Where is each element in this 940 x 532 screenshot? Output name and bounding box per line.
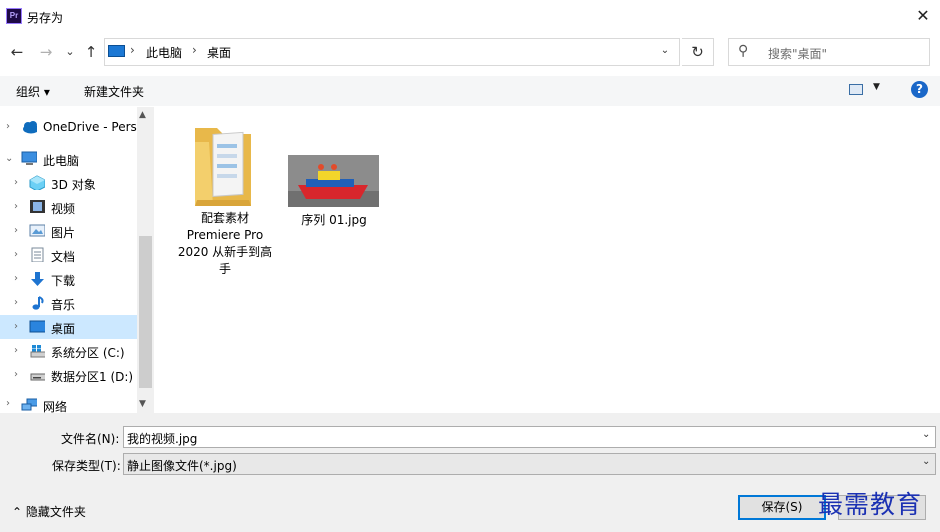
- expand-arrow[interactable]: ›: [14, 345, 18, 356]
- title-bar: [0, 0, 940, 33]
- drive-icon: [30, 373, 45, 381]
- film-icon: [30, 200, 45, 213]
- new-folder-button[interactable]: 新建文件夹: [84, 83, 144, 100]
- window-title: 另存为: [27, 11, 64, 25]
- expand-arrow[interactable]: ›: [14, 273, 18, 284]
- tree-item-label: 数据分区1 (D:): [51, 370, 134, 384]
- close-button[interactable]: ✕: [906, 0, 940, 33]
- back-button[interactable]: ←: [8, 43, 26, 61]
- scrollbar-thumb[interactable]: [139, 236, 152, 388]
- tree-item-label: 桌面: [51, 322, 76, 336]
- breadcrumb-this-pc[interactable]: 此电脑: [146, 44, 182, 61]
- expand-arrow[interactable]: ›: [6, 121, 10, 132]
- music-icon: [32, 296, 44, 310]
- tree-item-label: 系统分区 (C:): [51, 346, 125, 360]
- breadcrumb-separator: ›: [192, 43, 197, 57]
- hide-folders-button[interactable]: ⌃ 隐藏文件夹: [12, 503, 86, 520]
- file-label: 序列 01.jpg: [301, 213, 367, 227]
- search-icon: ⚲: [738, 43, 749, 59]
- filetype-dropdown-arrow[interactable]: ⌄: [922, 456, 930, 467]
- tree-item-downloads[interactable]: › 下载: [0, 267, 137, 291]
- tree-item-label: OneDrive - Perso: [43, 120, 137, 134]
- help-icon[interactable]: ?: [911, 81, 928, 98]
- refresh-button[interactable]: ↻: [682, 38, 714, 66]
- tree-item-this-pc[interactable]: ⌄ 此电脑: [0, 147, 137, 171]
- save-button[interactable]: 保存(S): [738, 495, 826, 520]
- scroll-up-arrow[interactable]: ▲: [139, 110, 146, 120]
- tree-item-label: 图片: [51, 226, 76, 240]
- filetype-select[interactable]: [123, 453, 936, 475]
- scroll-down-arrow[interactable]: ▼: [139, 399, 146, 409]
- filename-value: 我的视频.jpg: [127, 432, 198, 446]
- tree-item-label: 网络: [43, 400, 68, 413]
- folder-icon: [195, 128, 251, 206]
- computer-icon: [108, 45, 125, 57]
- expand-arrow[interactable]: ›: [14, 369, 18, 380]
- tree-item-label: 文档: [51, 250, 76, 264]
- filename-dropdown-arrow[interactable]: ⌄: [922, 429, 930, 440]
- view-options-icon[interactable]: [849, 84, 863, 95]
- view-dropdown-button[interactable]: ▼: [873, 82, 880, 92]
- filetype-label: 保存类型(T):: [52, 459, 121, 473]
- tree-item-drive-d[interactable]: › 数据分区1 (D:): [0, 363, 137, 387]
- tree-item-desktop[interactable]: › 桌面: [0, 315, 137, 339]
- expand-arrow[interactable]: ›: [14, 321, 18, 332]
- expand-arrow[interactable]: ›: [14, 201, 18, 212]
- address-bar[interactable]: [104, 38, 680, 66]
- tree-item-label: 视频: [51, 202, 76, 216]
- expand-arrow[interactable]: ›: [14, 225, 18, 236]
- tree-item-drive-c[interactable]: › 系统分区 (C:): [0, 339, 137, 363]
- recent-locations-button[interactable]: ⌄: [61, 43, 79, 61]
- breadcrumb-desktop[interactable]: 桌面: [207, 44, 231, 61]
- tree-item-label: 音乐: [51, 298, 76, 312]
- network-icon: [21, 398, 37, 411]
- file-label: 配套素材 Premiere Pro 2020 从新手到高 手: [177, 211, 273, 276]
- file-item-folder[interactable]: 配套素材 Premiere Pro 2020 从新手到高 手: [176, 118, 274, 278]
- tree-item-documents[interactable]: › 文档: [0, 243, 137, 267]
- expand-arrow[interactable]: ›: [14, 297, 18, 308]
- cloud-icon: [23, 121, 37, 134]
- tree-item-3d-objects[interactable]: › 3D 对象: [0, 171, 137, 195]
- filename-label: 文件名(N):: [61, 432, 120, 446]
- picture-icon: [29, 224, 45, 237]
- tree-item-videos[interactable]: › 视频: [0, 195, 137, 219]
- expand-arrow[interactable]: ›: [6, 398, 10, 409]
- download-icon: [31, 272, 44, 286]
- tree-item-label: 3D 对象: [51, 178, 96, 192]
- search-placeholder: 搜索"桌面": [768, 47, 828, 61]
- document-icon: [31, 247, 44, 262]
- up-button[interactable]: ↑: [82, 43, 100, 61]
- expand-arrow[interactable]: ›: [14, 249, 18, 260]
- tree-item-music[interactable]: › 音乐: [0, 291, 137, 315]
- watermark-logo: 最需教育: [818, 490, 923, 519]
- search-input[interactable]: [728, 38, 930, 66]
- collapse-arrow[interactable]: ⌄: [5, 153, 13, 164]
- cube-icon: [29, 175, 45, 190]
- tree-item-onedrive[interactable]: › OneDrive - Perso: [0, 115, 137, 139]
- expand-arrow[interactable]: ›: [14, 177, 18, 188]
- windows-drive-icon: [30, 345, 45, 358]
- tree-item-pictures[interactable]: › 图片: [0, 219, 137, 243]
- tree-item-label: 此电脑: [43, 154, 80, 168]
- tree-item-label: 下载: [51, 274, 76, 288]
- premiere-app-icon: Pr: [6, 8, 22, 24]
- address-dropdown-button[interactable]: ⌄: [656, 42, 674, 60]
- file-item-image[interactable]: 序列 01.jpg: [286, 155, 382, 235]
- breadcrumb-separator: ›: [130, 43, 135, 57]
- forward-button[interactable]: →: [37, 43, 55, 61]
- filename-input[interactable]: [123, 426, 936, 448]
- desktop-icon: [29, 320, 45, 333]
- image-thumbnail: [288, 155, 379, 207]
- organize-button[interactable]: 组织 ▾: [16, 83, 50, 100]
- computer-icon: [21, 151, 37, 165]
- filetype-value: 静止图像文件(*.jpg): [127, 459, 237, 473]
- tree-item-network[interactable]: › 网络: [0, 395, 137, 413]
